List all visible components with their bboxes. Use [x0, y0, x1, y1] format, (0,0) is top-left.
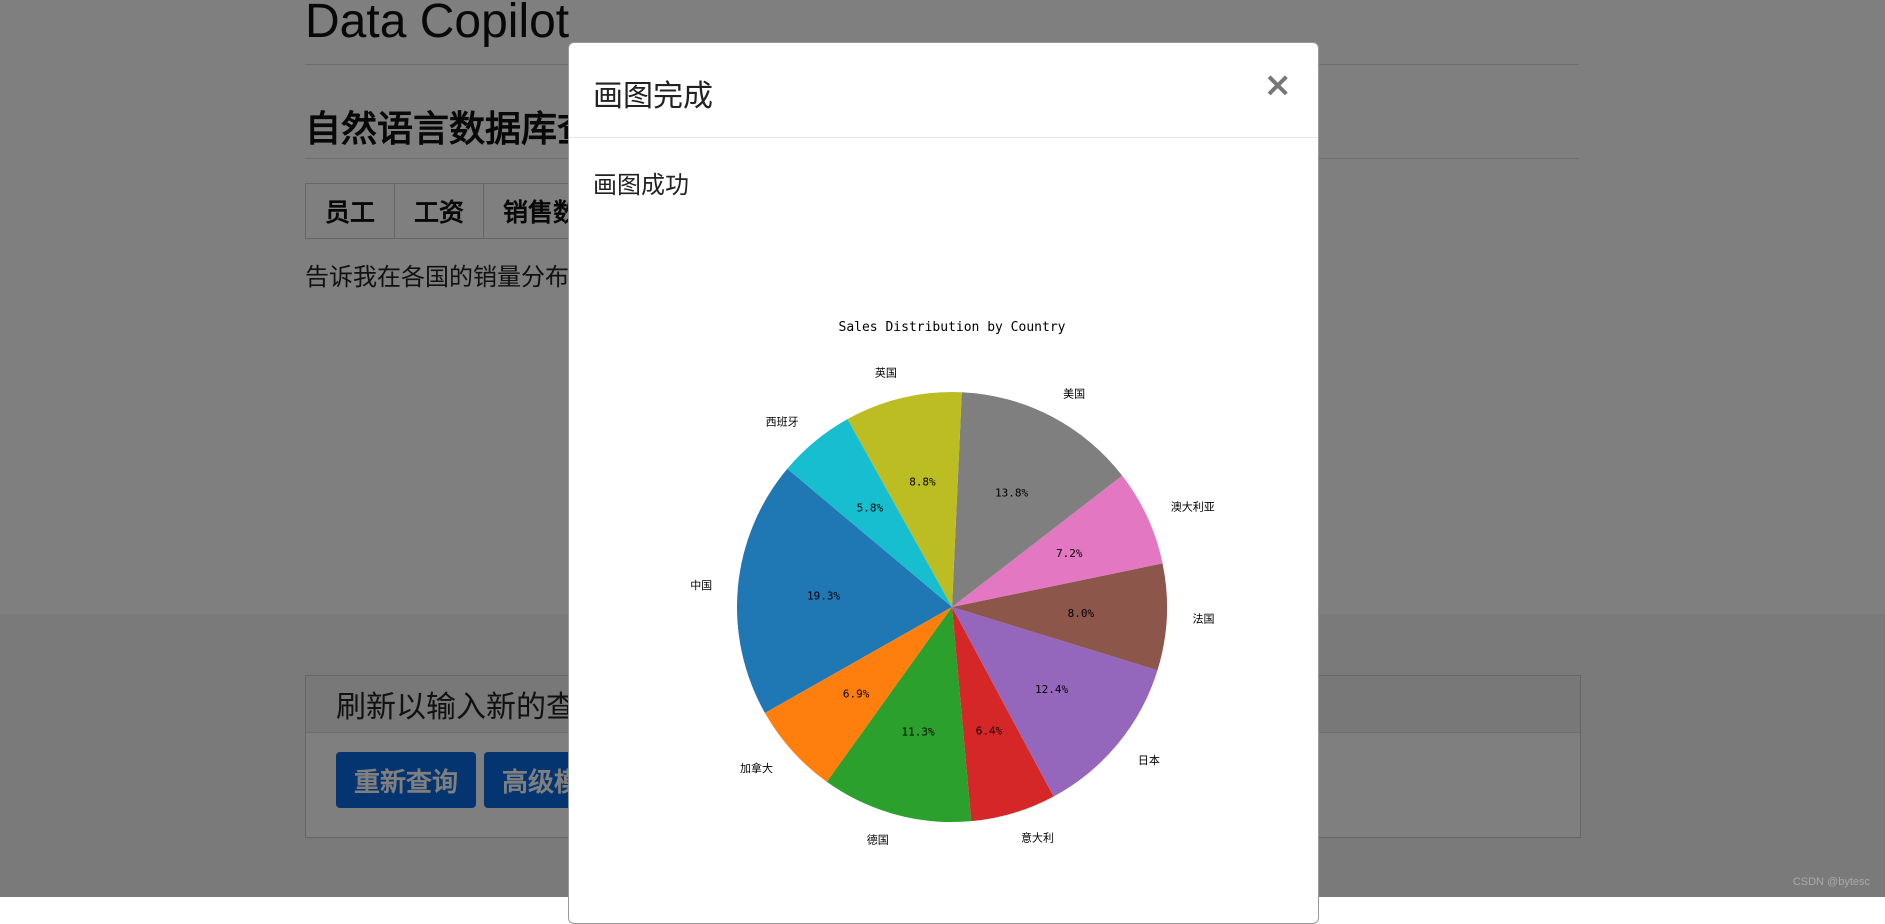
modal-header: 画图完成 ×	[569, 43, 1318, 138]
slice-percent-label: 6.9%	[843, 687, 870, 700]
slice-category-label: 美国	[1063, 387, 1085, 400]
slice-category-label: 德国	[867, 832, 889, 846]
slice-percent-label: 8.0%	[1068, 607, 1095, 620]
slice-percent-label: 5.8%	[857, 502, 884, 515]
slice-category-label: 英国	[875, 366, 897, 380]
slice-percent-label: 19.3%	[807, 589, 840, 602]
slice-category-label: 中国	[690, 579, 712, 592]
watermark: CSDN @bytesc	[1792, 876, 1870, 888]
modal-message: 画图成功	[593, 171, 689, 199]
slice-percent-label: 6.4%	[976, 725, 1003, 738]
modal-title: 画图完成	[593, 79, 713, 114]
slice-percent-label: 7.2%	[1056, 547, 1083, 560]
slice-percent-label: 8.8%	[909, 475, 936, 488]
slice-category-label: 法国	[1193, 611, 1215, 625]
close-icon[interactable]: ×	[1264, 65, 1293, 105]
chart-modal: 画图完成 × 画图成功 19.3% 中国 6.9% 加拿大 11.3% 德国 6.4% 意大利…	[568, 42, 1319, 924]
pie-chart: 19.3% 中国 6.9% 加拿大 11.3% 德国 6.4% 意大利 12.4% 日本 8.0% 法…	[690, 320, 1215, 846]
slice-percent-label: 12.4%	[1035, 683, 1068, 696]
slice-percent-label: 13.8%	[995, 487, 1028, 500]
slice-percent-label: 11.3%	[902, 725, 935, 738]
slice-category-label: 日本	[1138, 753, 1160, 767]
slice-category-label: 加拿大	[740, 761, 773, 775]
slice-category-label: 西班牙	[766, 415, 799, 428]
chart-title: Sales Distribution by Country	[839, 320, 1066, 335]
slice-category-label: 澳大利亚	[1171, 499, 1215, 513]
slice-category-label: 意大利	[1021, 831, 1054, 845]
